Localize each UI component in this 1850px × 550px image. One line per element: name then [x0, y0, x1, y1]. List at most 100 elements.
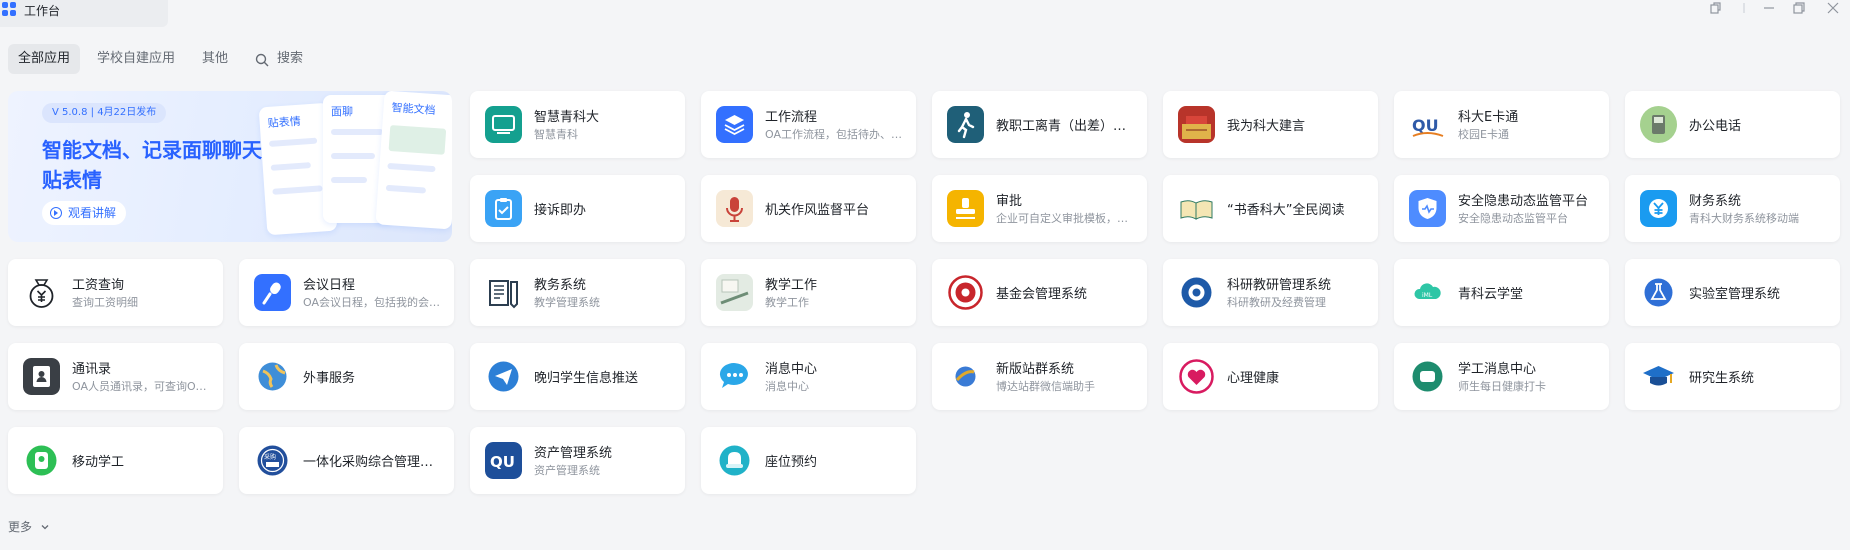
- app-description: 消息中心: [765, 380, 809, 393]
- app-card[interactable]: 采购 一体化采购综合管理平台: [239, 427, 454, 494]
- app-card[interactable]: QU 资产管理系统 资产管理系统: [470, 427, 685, 494]
- app-card[interactable]: 财务系统青科大财务系统移动端: [1625, 175, 1840, 242]
- app-card[interactable]: 研究生系统: [1625, 343, 1840, 410]
- release-banner[interactable]: V 5.0.8 | 4月22日发布 智能文档、记录面聊聊天贴表情 观看讲解 贴表…: [8, 91, 452, 242]
- app-card[interactable]: 教务系统 教学管理系统: [470, 259, 685, 326]
- app-name: 安全隐患动态监管平台: [1458, 194, 1589, 209]
- app-description: 博达站群微信端助手: [996, 380, 1095, 393]
- app-description: 教学管理系统: [534, 296, 600, 309]
- app-card[interactable]: 通讯录 OA人员通讯录，可查询OA人员: [8, 343, 223, 410]
- app-card[interactable]: 教学工作 教学工作: [701, 259, 916, 326]
- app-card[interactable]: 办公电话: [1625, 91, 1840, 158]
- app-name: 智慧青科大: [534, 110, 600, 125]
- app-card[interactable]: 移动学工: [8, 427, 223, 494]
- student-message-icon: [1409, 358, 1446, 395]
- app-name: 科大E卡通: [1458, 110, 1519, 125]
- window-titlebar: 工作台: [0, 0, 1850, 27]
- tab-school-apps[interactable]: 学校自建应用: [87, 44, 185, 74]
- app-card[interactable]: 工作流程 OA工作流程，包括待办、已办等: [701, 91, 916, 158]
- preview-doc-label: 智能文档: [391, 101, 436, 118]
- money-bag-icon: [23, 274, 60, 311]
- app-name: 科研教研管理系统: [1227, 278, 1332, 293]
- restore-icon[interactable]: [1792, 1, 1806, 15]
- app-name: 审批: [996, 194, 1023, 209]
- app-card[interactable]: 消息中心 消息中心: [701, 343, 916, 410]
- app-card[interactable]: 晚归学生信息推送: [470, 343, 685, 410]
- more-button[interactable]: 更多: [8, 518, 49, 535]
- app-description: 青科大财务系统移动端: [1689, 212, 1799, 225]
- app-card[interactable]: 审批企业可自定义审批模板，流程: [932, 175, 1147, 242]
- app-card[interactable]: 安全隐患动态监管平台 安全隐患动态监管平台: [1394, 175, 1609, 242]
- watch-tutorial-button[interactable]: 观看讲解: [42, 201, 127, 225]
- app-card[interactable]: 工资查询 查询工资明细: [8, 259, 223, 326]
- app-description: 企业可自定义审批模板，流程: [996, 212, 1136, 225]
- preview-chat-label: 面聊: [331, 105, 353, 118]
- app-card[interactable]: 我为科大建言: [1163, 91, 1378, 158]
- academic-ledger-icon: [485, 274, 522, 311]
- pin-window-icon[interactable]: [1708, 1, 1722, 15]
- app-card[interactable]: 教职工离青（出差）报备: [932, 91, 1147, 158]
- procurement-seal-icon: 采购: [254, 442, 291, 479]
- cloud-classroom-icon: iML: [1409, 274, 1446, 311]
- minimize-icon[interactable]: [1762, 1, 1776, 15]
- qust-logo-icon: QU: [1409, 106, 1446, 143]
- app-name: 座位预约: [765, 455, 818, 470]
- svg-text:QU: QU: [490, 453, 515, 471]
- app-card[interactable]: 机关作风监督平台: [701, 175, 916, 242]
- heart-icon: [1178, 358, 1215, 395]
- app-card[interactable]: 接诉即办: [470, 175, 685, 242]
- yuan-finance-icon: [1640, 190, 1677, 227]
- app-card[interactable]: iML 青科云学堂: [1394, 259, 1609, 326]
- open-book-icon: [1178, 190, 1215, 227]
- app-card[interactable]: QU 科大E卡通 校园E卡通: [1394, 91, 1609, 158]
- app-description: 资产管理系统: [534, 464, 600, 477]
- app-card[interactable]: 实验室管理系统: [1625, 259, 1840, 326]
- preview-sticker-label: 贴表情: [267, 114, 302, 130]
- app-card[interactable]: 心理健康: [1163, 343, 1378, 410]
- security-shield-icon: [1409, 190, 1446, 227]
- app-name: 财务系统: [1689, 194, 1742, 209]
- chat-bubble-icon: [716, 358, 753, 395]
- globe-icon: [254, 358, 291, 395]
- app-card[interactable]: 学工消息中心 师生每日健康打卡: [1394, 343, 1609, 410]
- app-card[interactable]: “书香科大”全民阅读: [1163, 175, 1378, 242]
- app-card[interactable]: 基金会管理系统: [932, 259, 1147, 326]
- app-name: 心理健康: [1227, 371, 1280, 386]
- play-icon: [50, 207, 62, 219]
- tab-other[interactable]: 其他: [192, 44, 238, 74]
- app-card[interactable]: 座位预约: [701, 427, 916, 494]
- workflow-layers-icon: [716, 106, 753, 143]
- app-card[interactable]: 新版站群系统 博达站群微信端助手: [932, 343, 1147, 410]
- svg-text:iML: iML: [1422, 292, 1433, 299]
- banner-title: 智能文档、记录面聊聊天贴表情: [42, 138, 262, 192]
- microphone-icon: [716, 190, 753, 227]
- more-label: 更多: [8, 520, 33, 534]
- qust-asset-icon: QU: [485, 442, 522, 479]
- app-name: 消息中心: [765, 362, 818, 377]
- site-globe-icon: [947, 358, 984, 395]
- app-name: 研究生系统: [1689, 371, 1755, 386]
- app-card[interactable]: 会议日程 OA会议日程，包括我的会议等: [239, 259, 454, 326]
- banner-preview-doc: 智能文档: [375, 91, 452, 230]
- clipboard-icon: [485, 190, 522, 227]
- app-name: 青科云学堂: [1458, 287, 1524, 302]
- contacts-book-icon: [23, 358, 60, 395]
- app-description: 教学工作: [765, 296, 809, 309]
- seat-reservation-icon: [716, 442, 753, 479]
- app-card[interactable]: 科研教研管理系统 科研教研及经费管理: [1163, 259, 1378, 326]
- app-name: 学工消息中心: [1458, 362, 1537, 377]
- app-card[interactable]: 智慧青科大 智慧青科: [470, 91, 685, 158]
- window-tab[interactable]: 工作台: [0, 0, 168, 27]
- app-name: 教学工作: [765, 278, 818, 293]
- app-name: 晚归学生信息推送: [534, 371, 639, 386]
- app-card[interactable]: 外事服务: [239, 343, 454, 410]
- app-name: 我为科大建言: [1227, 119, 1306, 134]
- app-name: 教职工离青（出差）报备: [996, 119, 1136, 134]
- building-photo-icon: [1178, 106, 1215, 143]
- chevron-down-icon: [41, 525, 49, 530]
- smart-campus-icon: [485, 106, 522, 143]
- research-emblem-icon: [1178, 274, 1215, 311]
- app-name: 接诉即办: [534, 203, 587, 218]
- tab-all-apps[interactable]: 全部应用: [8, 44, 81, 74]
- close-icon[interactable]: [1826, 1, 1840, 15]
